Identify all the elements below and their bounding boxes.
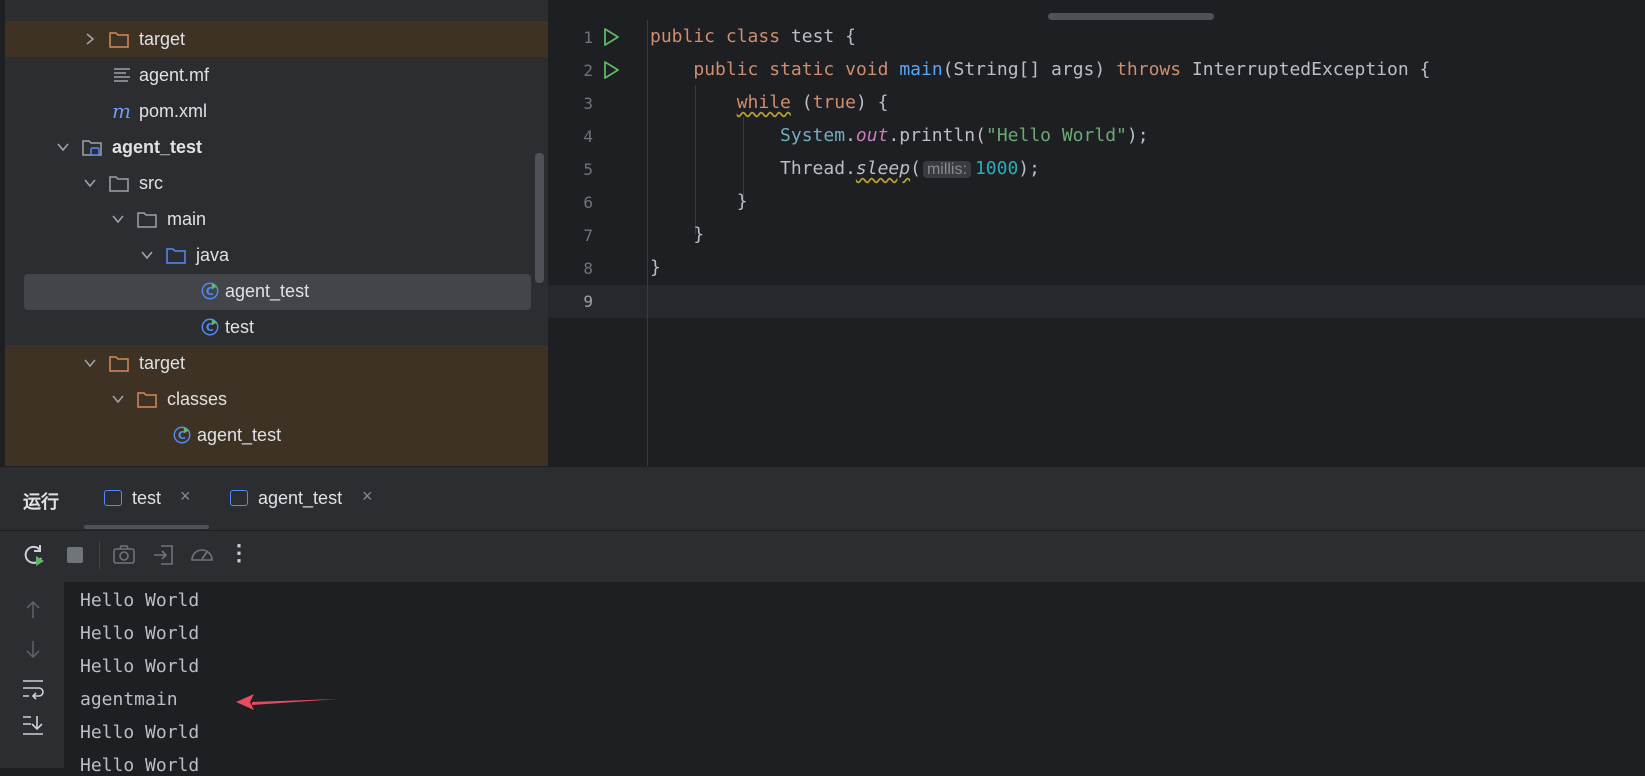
source-folder-icon — [166, 248, 186, 264]
editor-horizontal-scrollbar[interactable] — [1048, 13, 1214, 20]
tree-label: java — [196, 245, 230, 265]
down-arrow-icon[interactable] — [20, 636, 46, 662]
line-number: 1 — [583, 28, 593, 47]
tree-row-agent-test-class[interactable]: C agent_test — [5, 273, 548, 309]
code-line-8: } — [650, 257, 661, 278]
tree-label: agent_test — [197, 425, 282, 445]
module-folder-icon — [82, 140, 102, 156]
rerun-icon[interactable] — [21, 542, 47, 568]
tree-row-agent-mf[interactable]: agent.mf — [5, 57, 548, 93]
folder-icon — [109, 32, 129, 48]
tree-label: src — [139, 173, 163, 193]
project-tree-panel: target agent.mf m pom.xml agent_test src… — [0, 0, 548, 466]
chevron-right-icon[interactable] — [82, 31, 98, 47]
code-line-6: } — [736, 191, 748, 212]
soft-wrap-icon[interactable] — [20, 675, 46, 701]
maven-icon: m — [112, 101, 131, 121]
code-line-2: public static void main(String[] args) t… — [693, 59, 1431, 80]
tree-row-main[interactable]: main — [5, 201, 548, 237]
tree-label: agent.mf — [139, 65, 210, 85]
svg-text:m: m — [112, 101, 131, 121]
line-number: 6 — [583, 193, 593, 212]
tree-row-partial — [5, 453, 548, 466]
chevron-down-icon[interactable] — [82, 175, 98, 191]
scroll-to-end-icon[interactable] — [20, 712, 46, 738]
console-line: Hello World — [80, 590, 200, 611]
line-number: 2 — [583, 61, 593, 80]
folder-icon — [109, 356, 129, 372]
chevron-down-icon[interactable] — [110, 391, 126, 407]
folder-icon — [137, 212, 157, 228]
chevron-down-icon[interactable] — [82, 355, 98, 371]
tree-row-pom-xml[interactable]: m pom.xml — [5, 93, 548, 129]
parameter-hint: millis: — [922, 161, 971, 178]
code-line-3: while (true) { — [736, 92, 889, 113]
tree-label: target — [139, 29, 186, 49]
line-number: 9 — [583, 292, 593, 311]
line-number: 7 — [583, 226, 593, 245]
toolbar-separator — [99, 541, 100, 569]
java-class-icon: C — [201, 318, 219, 336]
tree-row-test-class[interactable]: C test — [5, 309, 548, 345]
run-panel-title: 运行 — [23, 492, 59, 512]
tree-row-classes[interactable]: classes — [5, 381, 548, 417]
run-main-icon[interactable] — [601, 60, 621, 80]
java-class-icon: C — [201, 282, 219, 300]
profiler-icon[interactable] — [189, 542, 215, 568]
chevron-down-icon[interactable] — [55, 139, 71, 155]
close-icon[interactable]: × — [362, 486, 373, 507]
tree-row-agent-test-module[interactable]: agent_test — [5, 129, 548, 165]
console-window-icon — [230, 490, 248, 506]
active-tab-indicator — [84, 525, 209, 529]
tree-row-target[interactable]: target — [5, 21, 548, 57]
console-line: Hello World — [80, 623, 200, 644]
chevron-down-icon[interactable] — [110, 211, 126, 227]
console-window-icon — [104, 490, 122, 506]
line-number: 8 — [583, 259, 593, 278]
tree-label: pom.xml — [139, 101, 208, 121]
run-class-icon[interactable] — [601, 27, 621, 47]
code-line-5: Thread.sleep(millis: 1000); — [780, 158, 1040, 179]
line-number: 4 — [583, 127, 593, 146]
tree-label: main — [167, 209, 207, 229]
console-output[interactable] — [64, 582, 1645, 768]
stop-icon[interactable] — [62, 542, 88, 568]
screenshot-icon[interactable] — [111, 542, 137, 568]
up-arrow-icon[interactable] — [20, 597, 46, 623]
tab-label: agent_test — [258, 488, 343, 508]
login-icon[interactable] — [151, 542, 177, 568]
console-line: Hello World — [80, 722, 200, 743]
code-line-4: System.out.println("Hello World"); — [780, 125, 1149, 146]
tree-label: agent_test — [112, 137, 203, 157]
tab-test[interactable]: test × — [100, 476, 210, 528]
tree-row-src[interactable]: src — [5, 165, 548, 201]
close-icon[interactable]: × — [180, 486, 191, 507]
tree-label: classes — [167, 389, 228, 409]
folder-icon — [137, 392, 157, 408]
text-file-icon — [114, 68, 130, 82]
tree-label: agent_test — [225, 281, 310, 301]
tree-row-java[interactable]: java — [5, 237, 548, 273]
tree-row-target-expanded[interactable]: target — [5, 345, 548, 381]
console-line: agentmain — [80, 689, 178, 710]
console-line: Hello World — [80, 755, 200, 776]
tree-label: test — [225, 317, 255, 337]
tree-scrollbar[interactable] — [535, 153, 544, 283]
current-line-highlight — [548, 285, 1645, 318]
code-line-1: public class test { — [650, 26, 856, 47]
tree-label: target — [139, 353, 186, 373]
tab-label: test — [132, 488, 162, 508]
code-line-7: } — [693, 224, 705, 245]
annotation-arrow-icon — [236, 694, 338, 710]
gutter-divider — [647, 20, 648, 466]
tree-row-agent-test-compiled[interactable]: C agent_test — [5, 417, 548, 453]
folder-icon — [109, 176, 129, 192]
chevron-down-icon[interactable] — [139, 247, 155, 263]
line-number: 5 — [583, 160, 593, 179]
console-line: Hello World — [80, 656, 200, 677]
java-class-icon: C — [173, 426, 191, 444]
line-number: 3 — [583, 94, 593, 113]
tab-agent-test[interactable]: agent_test × — [226, 476, 386, 528]
more-icon[interactable]: ⋮ — [228, 540, 250, 566]
